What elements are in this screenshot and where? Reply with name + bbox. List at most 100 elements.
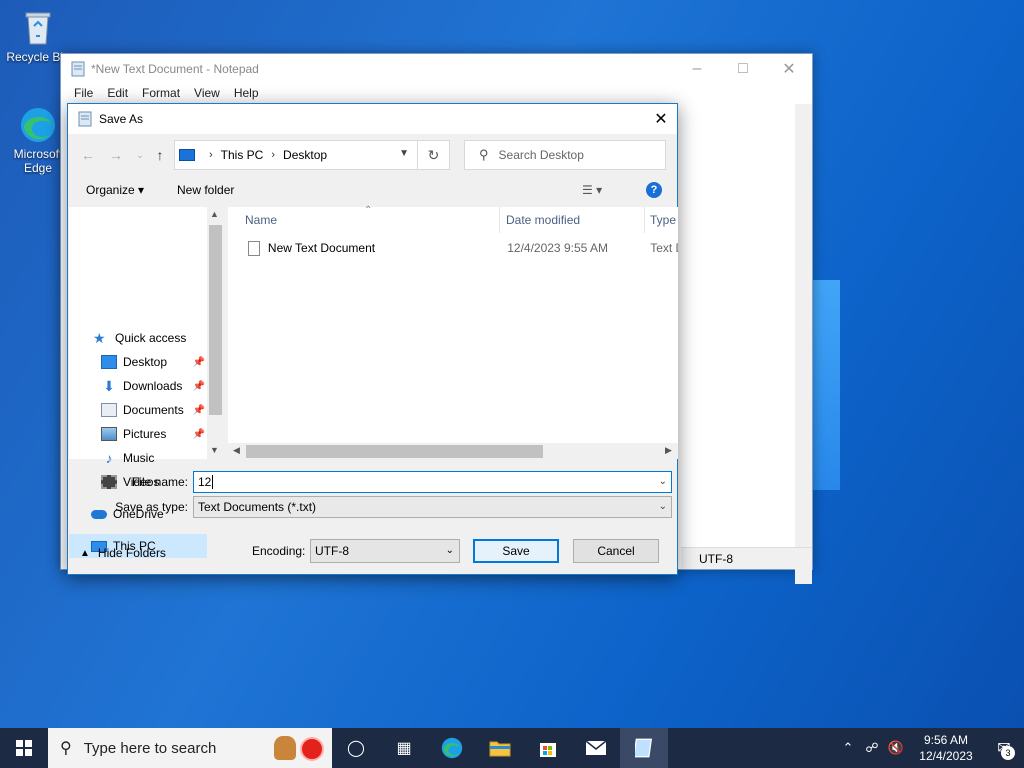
dialog-footer: ▲ Hide Folders Encoding: UTF-8 ⌄ Save Ca… bbox=[68, 534, 677, 564]
column-header-name[interactable]: Name bbox=[245, 207, 277, 233]
encoding-value: UTF-8 bbox=[315, 544, 349, 558]
store-icon bbox=[540, 743, 556, 757]
record-icon bbox=[300, 737, 324, 761]
search-icon: ⚲ bbox=[60, 740, 72, 757]
nav-item-quick-access[interactable]: ★ Quick access bbox=[69, 326, 207, 350]
star-icon: ★ bbox=[93, 330, 106, 346]
menu-view[interactable]: View bbox=[187, 84, 227, 104]
chevron-up-icon: ▲ bbox=[80, 547, 90, 559]
nav-item-pictures[interactable]: Pictures 📌 bbox=[69, 422, 207, 446]
scrollbar-thumb[interactable] bbox=[209, 225, 222, 415]
save-as-type-label: Save as type: bbox=[115, 500, 188, 514]
file-list-horizontal-scrollbar[interactable]: ◀ ▶ bbox=[228, 443, 678, 459]
system-tray: ⌃ ☍ 🔇 9:56 AM 12/4/2023 ✉ 3 bbox=[836, 728, 1024, 768]
scrollbar-thumb[interactable] bbox=[246, 445, 543, 458]
volume-muted-icon[interactable]: 🔇 bbox=[884, 740, 908, 756]
breadcrumb-this-pc[interactable]: This PC bbox=[221, 148, 264, 162]
task-view-icon[interactable]: ▦ bbox=[380, 728, 428, 768]
search-placeholder: Search Desktop bbox=[498, 148, 584, 162]
command-bar: Organize ▾ New folder ☰ ▾ ? bbox=[68, 178, 677, 204]
notepad-taskbar-button[interactable] bbox=[620, 728, 668, 768]
notepad-encoding-status: UTF-8 bbox=[699, 552, 733, 566]
notepad-icon bbox=[78, 111, 92, 127]
column-header-type[interactable]: Type bbox=[650, 207, 678, 233]
nav-item-documents[interactable]: Documents 📌 bbox=[69, 398, 207, 422]
file-row[interactable]: New Text Document 12/4/2023 9:55 AM Text… bbox=[228, 237, 678, 259]
dialog-close-button[interactable]: ✕ bbox=[645, 104, 677, 134]
nav-item-downloads[interactable]: ⬇ Downloads 📌 bbox=[69, 374, 207, 398]
taskbar: ⚲ Type here to search ◯ ▦ ⌃ ☍ 🔇 9:56 AM … bbox=[0, 728, 1024, 768]
start-button[interactable] bbox=[0, 728, 48, 768]
taskbar-search-box[interactable]: ⚲ Type here to search bbox=[48, 728, 332, 768]
refresh-button[interactable]: ↻ bbox=[418, 140, 450, 170]
navigation-pane: ★ Quick access Desktop 📌 ⬇ Downloads 📌 D… bbox=[69, 207, 224, 558]
recent-locations-button[interactable]: ⌄ bbox=[130, 145, 150, 165]
chevron-down-icon[interactable]: ▼ bbox=[210, 445, 219, 455]
maximize-button[interactable]: □ bbox=[720, 54, 766, 84]
file-name-input[interactable]: 12 ⌄ bbox=[193, 471, 672, 493]
documents-icon bbox=[101, 403, 117, 417]
menu-format[interactable]: Format bbox=[135, 84, 187, 104]
network-icon[interactable]: ☍ bbox=[860, 740, 884, 756]
breadcrumb-desktop[interactable]: Desktop bbox=[283, 148, 327, 162]
chevron-right-icon: › bbox=[209, 149, 213, 161]
encoding-select[interactable]: UTF-8 ⌄ bbox=[310, 539, 460, 563]
nav-item-desktop[interactable]: Desktop 📌 bbox=[69, 350, 207, 374]
clock[interactable]: 9:56 AM 12/4/2023 bbox=[908, 732, 984, 764]
close-icon: ✕ bbox=[654, 111, 668, 128]
pin-icon: 📌 bbox=[192, 428, 205, 440]
file-name-label: File name: bbox=[131, 475, 188, 489]
notification-center-button[interactable]: ✉ 3 bbox=[984, 728, 1024, 768]
close-button[interactable]: ✕ bbox=[766, 54, 812, 84]
navigation-bar: ← → ⌄ ↑ › This PC › Desktop ▼ ↻ ⚲ Search… bbox=[68, 140, 677, 170]
help-icon[interactable]: ? bbox=[646, 182, 662, 198]
encoding-label: Encoding: bbox=[252, 544, 306, 558]
save-as-type-select[interactable]: Text Documents (*.txt) ⌄ bbox=[193, 496, 672, 518]
cancel-button[interactable]: Cancel bbox=[573, 539, 659, 563]
menu-file[interactable]: File bbox=[67, 84, 100, 104]
chevron-right-icon[interactable]: ▶ bbox=[665, 445, 672, 456]
column-header-date-modified[interactable]: Date modified bbox=[506, 207, 580, 233]
recycle-bin-icon bbox=[18, 8, 58, 48]
file-explorer-button[interactable] bbox=[476, 728, 524, 768]
view-options-button[interactable]: ☰ ▾ bbox=[582, 183, 602, 197]
new-folder-button[interactable]: New folder bbox=[177, 183, 234, 197]
task-view-button[interactable]: ◯ bbox=[332, 728, 380, 768]
menu-edit[interactable]: Edit bbox=[100, 84, 135, 104]
chevron-down-icon: ⌄ bbox=[658, 501, 667, 512]
hide-folders-button[interactable]: ▲ Hide Folders bbox=[80, 546, 166, 560]
back-button[interactable]: ← bbox=[78, 145, 98, 165]
gingerbread-icon bbox=[274, 736, 296, 760]
mail-button[interactable] bbox=[572, 728, 620, 768]
store-button[interactable] bbox=[524, 728, 572, 768]
pin-icon: 📌 bbox=[192, 380, 205, 392]
organize-button[interactable]: Organize ▾ bbox=[86, 183, 144, 197]
edge-taskbar-button[interactable] bbox=[428, 728, 476, 768]
chevron-down-icon[interactable]: ▼ bbox=[399, 148, 409, 159]
edge-icon bbox=[18, 105, 58, 145]
chevron-down-icon[interactable]: ⌄ bbox=[659, 476, 667, 487]
column-divider[interactable] bbox=[499, 207, 500, 233]
menu-help[interactable]: Help bbox=[227, 84, 266, 104]
save-button[interactable]: Save bbox=[473, 539, 559, 563]
forward-button[interactable]: → bbox=[106, 145, 126, 165]
chevron-up-icon[interactable]: ▲ bbox=[210, 209, 219, 219]
up-button[interactable]: ↑ bbox=[150, 145, 170, 165]
nav-item-music[interactable]: ♪ Music bbox=[69, 446, 207, 470]
navigation-pane-scrollbar[interactable]: ▲ ▼ bbox=[207, 207, 224, 459]
clock-time: 9:56 AM bbox=[923, 733, 969, 747]
notepad-vertical-scrollbar[interactable] bbox=[795, 104, 812, 584]
show-hidden-icons-button[interactable]: ⌃ bbox=[836, 740, 860, 756]
save-as-type-row: Save as type: Text Documents (*.txt) ⌄ bbox=[68, 496, 679, 518]
column-divider[interactable] bbox=[644, 207, 645, 233]
search-input[interactable]: ⚲ Search Desktop bbox=[464, 140, 666, 170]
chevron-right-icon: › bbox=[271, 149, 276, 161]
minimize-button[interactable]: – bbox=[674, 54, 720, 84]
text-cursor bbox=[212, 475, 214, 489]
pin-icon: 📌 bbox=[192, 356, 205, 368]
file-name-value: 12 bbox=[198, 475, 212, 489]
chevron-left-icon[interactable]: ◀ bbox=[233, 445, 240, 456]
save-as-dialog: Save As ✕ ← → ⌄ ↑ › This PC › Desktop ▼ … bbox=[67, 103, 678, 575]
address-bar[interactable]: › This PC › Desktop ▼ bbox=[174, 140, 418, 170]
downloads-icon: ⬇ bbox=[103, 378, 115, 394]
